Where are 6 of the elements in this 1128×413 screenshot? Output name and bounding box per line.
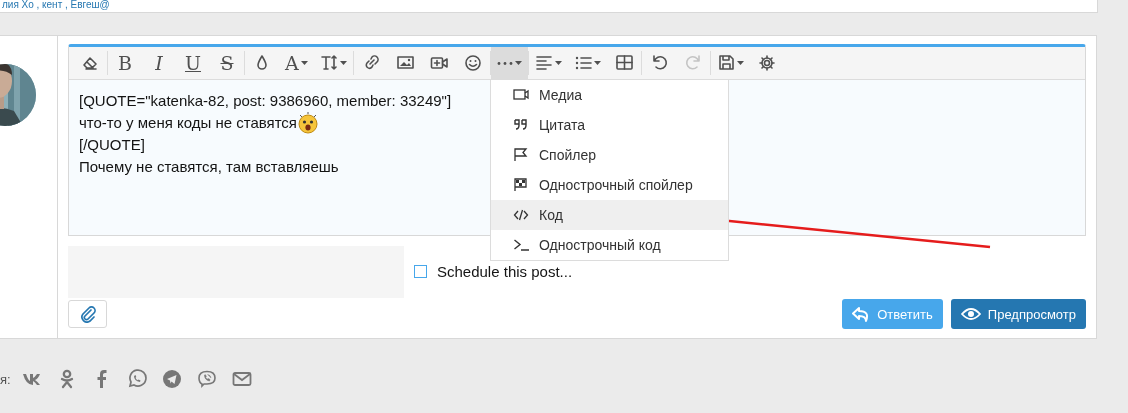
editor-text-line: [/QUOTE] <box>79 135 145 155</box>
share-label: я: <box>0 371 11 387</box>
editor-text-line: [QUOTE="katenka-82, post: 9386960, member: 33249"] <box>79 91 452 111</box>
mention-list-text: лия Хо , кент , Евгеш@ <box>1 0 111 10</box>
editor-text-line: Почему не ставятся, там вставляешь <box>79 157 339 177</box>
editor-text-line: что-то у меня коды не ставятся <box>79 113 297 133</box>
